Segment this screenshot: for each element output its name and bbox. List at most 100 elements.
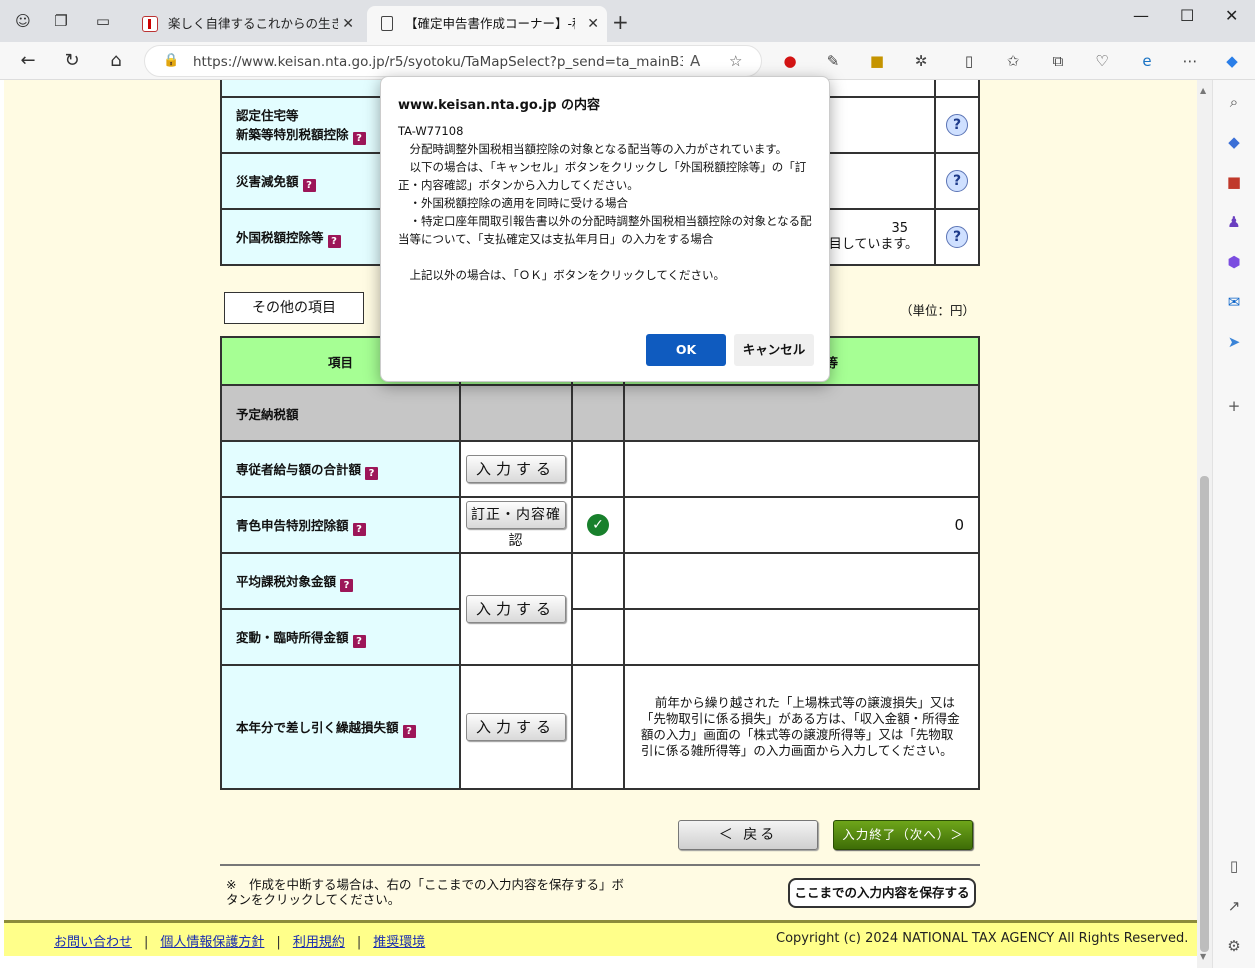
help-icon[interactable]: ?: [365, 466, 379, 480]
edit-confirm-button[interactable]: 訂正・内容確認: [466, 501, 567, 549]
browser-toolbar: ← ↻ ⌂ 🔒 https://www.keisan.nta.go.jp/r5/…: [0, 42, 1255, 80]
blue-return-deduction-value: 0: [622, 496, 981, 554]
question-help-icon[interactable]: ?: [946, 114, 969, 136]
url-text[interactable]: https://www.keisan.nta.go.jp/r5/syotoku/…: [193, 54, 683, 70]
tab-close-icon[interactable]: ✕: [342, 6, 354, 42]
help-icon[interactable]: ?: [352, 132, 366, 145]
favorites-icon[interactable]: ✩: [1003, 51, 1023, 71]
row-label: 専従者給与額の合計額?: [219, 440, 462, 498]
scroll-down-icon[interactable]: ▼: [1200, 952, 1206, 961]
lock-icon[interactable]: 🔒: [163, 53, 179, 68]
page-footer: お問い合わせ | 個人情報保護方針 | 利用規約 | 推奨環境 Copyright (c) …: [4, 920, 1197, 956]
tab-favicon-icon: [381, 16, 393, 31]
footer-link-environment[interactable]: 推奨環境: [373, 935, 425, 950]
page-scrollbar[interactable]: ▲ ▼: [1197, 80, 1212, 968]
close-window-icon[interactable]: ✕: [1225, 6, 1238, 25]
extensions-puzzle-icon[interactable]: ✲: [911, 51, 931, 71]
finish-input-next-button[interactable]: 入力終了（次へ）＞: [833, 820, 973, 850]
tab-title: 【確定申告書作成コーナー】-税額控除: [405, 16, 575, 31]
tab-bar: ☺ ❐ ▭ 楽しく自律するこれからの生き方 · AI ✕ 【確定申告書作成コーナ…: [0, 0, 1255, 42]
dialog-message: TA-W77108 分配時調整外国税相当額控除の対象となる配当等の入力がされてい…: [398, 124, 812, 282]
cancel-button[interactable]: キャンセル: [734, 334, 814, 366]
checkmark-icon: ✓: [586, 514, 609, 536]
section-label: 予定納税額: [219, 384, 462, 442]
read-aloud-icon[interactable]: A: [690, 52, 700, 70]
row-label: 青色申告特別控除額?: [219, 496, 462, 554]
table-row: 青色申告特別控除額? 訂正・内容確認 ✓ 0: [219, 496, 981, 554]
confirm-dialog: www.keisan.nta.go.jp の内容 TA-W77108 分配時調整…: [380, 76, 830, 382]
dialog-title: www.keisan.nta.go.jp の内容: [398, 98, 601, 113]
copyright: Copyright (c) 2024 NATIONAL TAX AGENCY A…: [776, 931, 1189, 946]
extension-security-icon[interactable]: ●: [780, 51, 800, 71]
address-bar[interactable]: 🔒 https://www.keisan.nta.go.jp/r5/syotok…: [144, 45, 762, 77]
browser-essentials-icon[interactable]: ♡: [1092, 51, 1112, 71]
tab-favicon-icon: [142, 16, 158, 32]
collections-icon[interactable]: ⧉: [1048, 51, 1068, 71]
suspend-note: ※ 作成を中断する場合は、右の「ここまでの入力内容を保存する」ボタンをクリックし…: [226, 877, 624, 907]
back-icon[interactable]: ←: [17, 50, 39, 72]
help-icon[interactable]: ?: [352, 634, 366, 648]
question-help-icon[interactable]: ?: [946, 170, 969, 192]
table-row: 平均課税対象金額? 入力する: [219, 552, 981, 666]
extension-yellow-icon[interactable]: ■: [867, 51, 887, 71]
outlook-icon[interactable]: ✉: [1224, 292, 1244, 312]
input-button[interactable]: 入力する: [466, 595, 567, 623]
copilot-icon[interactable]: ◆: [1222, 51, 1242, 71]
divider: [220, 864, 980, 866]
row-label: 平均課税対象金額?: [219, 552, 462, 610]
input-button[interactable]: 入力する: [466, 713, 567, 741]
split-screen-icon[interactable]: ▯: [959, 51, 979, 71]
favorite-star-icon[interactable]: ☆: [729, 52, 742, 70]
input-button[interactable]: 入力する: [466, 455, 567, 483]
extension-translate-icon[interactable]: ✎: [823, 51, 843, 71]
help-icon[interactable]: ?: [352, 522, 366, 536]
new-tab-icon[interactable]: +: [612, 10, 629, 34]
home-icon[interactable]: ⌂: [105, 50, 127, 72]
minimize-icon[interactable]: —: [1133, 6, 1149, 25]
tab-actions-icon[interactable]: ▭: [92, 10, 114, 32]
footer-link-contact[interactable]: お問い合わせ: [54, 935, 132, 950]
tools-briefcase-icon[interactable]: ■: [1224, 172, 1244, 192]
edge-drop-icon[interactable]: e: [1137, 51, 1157, 71]
maximize-icon[interactable]: ☐: [1180, 6, 1194, 25]
other-items-table: 項目 等 予定納税額 専従者給与額の合計額? 入力する 青色申告特別控除額? 訂…: [219, 336, 981, 790]
carryover-loss-note: 前年から繰り越された「上場株式等の譲渡損失」又は「先物取引に係る損失」がある方は…: [622, 664, 981, 790]
row-label: 本年分で差し引く繰越損失額?: [219, 664, 462, 790]
row-label: 変動・臨時所得金額?: [219, 608, 462, 666]
help-icon[interactable]: ?: [340, 578, 354, 592]
unit-label: （単位：円）: [900, 303, 976, 318]
save-progress-button[interactable]: ここまでの入力内容を保存する: [788, 878, 976, 908]
shopping-tag-icon[interactable]: ◆: [1224, 132, 1244, 152]
profile-avatar-icon[interactable]: ☺: [12, 10, 34, 32]
table-row: 変動・臨時所得金額?: [219, 608, 981, 666]
send-icon[interactable]: ➤: [1224, 332, 1244, 352]
sidebar-layout-icon[interactable]: ▯: [1224, 856, 1244, 876]
ok-button[interactable]: OK: [646, 334, 726, 366]
section-row: 予定納税額: [219, 384, 981, 442]
tab-active[interactable]: 【確定申告書作成コーナー】-税額控除 ✕: [367, 6, 607, 42]
edge-sidebar: ⌕ ◆ ■ ♟ ⬢ ✉ ➤ + ▯ ↗ ⚙: [1212, 80, 1255, 968]
help-icon[interactable]: ?: [327, 234, 341, 248]
workspaces-icon[interactable]: ❐: [50, 10, 72, 32]
question-help-icon[interactable]: ?: [946, 226, 969, 248]
help-icon[interactable]: ?: [302, 178, 316, 192]
footer-link-terms[interactable]: 利用規約: [293, 935, 345, 950]
refresh-icon[interactable]: ↻: [61, 50, 83, 72]
back-button[interactable]: ＜ 戻る: [678, 820, 818, 850]
settings-gear-icon[interactable]: ⚙: [1224, 936, 1244, 956]
table-row: 本年分で差し引く繰越損失額? 入力する 前年から繰り越された「上場株式等の譲渡損…: [219, 664, 981, 790]
games-icon[interactable]: ♟: [1224, 212, 1244, 232]
help-icon[interactable]: ?: [402, 724, 416, 738]
tab-close-icon[interactable]: ✕: [587, 6, 599, 42]
footer-link-privacy[interactable]: 個人情報保護方針: [160, 935, 264, 950]
table-row: 専従者給与額の合計額? 入力する: [219, 440, 981, 498]
search-icon[interactable]: ⌕: [1224, 92, 1244, 112]
tab-inactive[interactable]: 楽しく自律するこれからの生き方 · AI ✕: [130, 6, 362, 42]
tab-title: 楽しく自律するこれからの生き方 · AI: [168, 16, 338, 31]
external-link-icon[interactable]: ↗: [1224, 896, 1244, 916]
scrollbar-thumb[interactable]: [1200, 476, 1209, 952]
add-sidebar-app-icon[interactable]: +: [1224, 396, 1244, 416]
scroll-up-icon[interactable]: ▲: [1200, 86, 1206, 95]
microsoft365-icon[interactable]: ⬢: [1224, 252, 1244, 272]
more-menu-icon[interactable]: ⋯: [1180, 51, 1200, 71]
